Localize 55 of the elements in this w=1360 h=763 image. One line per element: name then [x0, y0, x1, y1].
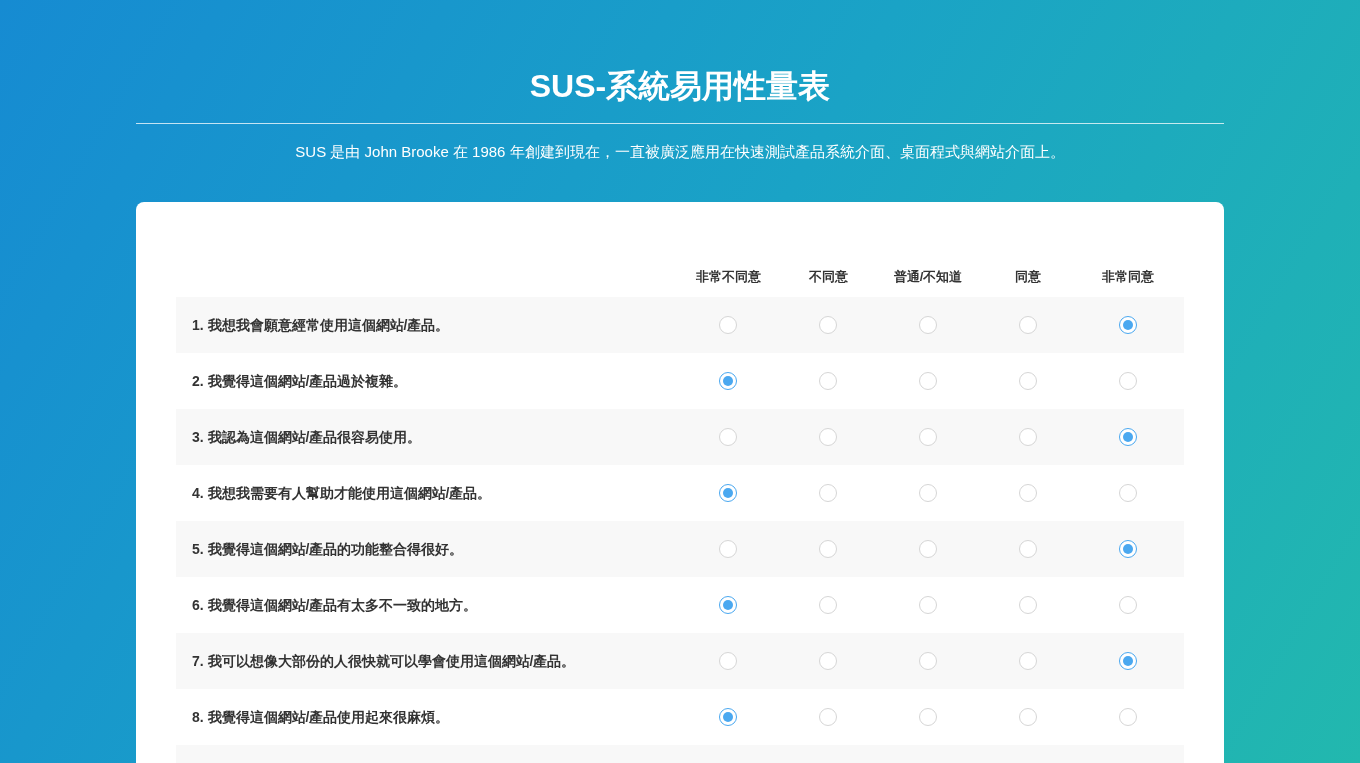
radio-button[interactable]: [819, 708, 837, 726]
radio-button[interactable]: [1019, 652, 1037, 670]
radio-button[interactable]: [1019, 540, 1037, 558]
radio-button[interactable]: [1019, 372, 1037, 390]
question-text: 3. 我認為這個網站/產品很容易使用。: [192, 428, 422, 445]
question-text: 1. 我想我會願意經常使用這個網站/產品。: [192, 316, 450, 333]
column-header: 非常同意: [1101, 268, 1155, 286]
page-title: SUS-系統易用性量表: [529, 67, 831, 106]
question-text: 4. 我想我需要有人幫助才能使用這個網站/產品。: [192, 484, 492, 501]
column-header: 不同意: [807, 268, 849, 286]
column-header: 同意: [1014, 268, 1042, 286]
radio-button[interactable]: [819, 484, 837, 502]
radio-button[interactable]: [819, 596, 837, 614]
radio-button[interactable]: [919, 652, 937, 670]
radio-button[interactable]: [719, 596, 737, 614]
radio-button[interactable]: [1119, 596, 1137, 614]
radio-button[interactable]: [819, 316, 837, 334]
radio-button[interactable]: [1119, 484, 1137, 502]
radio-button[interactable]: [719, 372, 737, 390]
radio-button[interactable]: [919, 540, 937, 558]
radio-button[interactable]: [719, 428, 737, 446]
question-text: 8. 我覺得這個網站/產品使用起來很麻煩。: [192, 708, 450, 725]
radio-button[interactable]: [1019, 708, 1037, 726]
radio-button[interactable]: [819, 428, 837, 446]
radio-button[interactable]: [719, 652, 737, 670]
radio-button[interactable]: [1119, 372, 1137, 390]
radio-button[interactable]: [1119, 708, 1137, 726]
radio-button[interactable]: [919, 316, 937, 334]
radio-button[interactable]: [1019, 484, 1037, 502]
radio-button[interactable]: [1119, 540, 1137, 558]
radio-button[interactable]: [819, 372, 837, 390]
radio-button[interactable]: [719, 484, 737, 502]
radio-button[interactable]: [1119, 428, 1137, 446]
radio-button[interactable]: [1119, 652, 1137, 670]
radio-button[interactable]: [819, 652, 837, 670]
radio-button[interactable]: [719, 540, 737, 558]
radio-button[interactable]: [919, 596, 937, 614]
page-subtitle: SUS 是由 John Brooke 在 1986 年創建到現在，一直被廣泛應用在快速測試產品系統介面、桌面程式與網站介面上。: [295, 142, 1065, 162]
radio-button[interactable]: [919, 484, 937, 502]
radio-button[interactable]: [819, 540, 837, 558]
question-text: 6. 我覺得這個網站/產品有太多不一致的地方。: [192, 596, 478, 613]
radio-button[interactable]: [919, 372, 937, 390]
radio-button[interactable]: [1019, 316, 1037, 334]
question-text: 5. 我覺得這個網站/產品的功能整合得很好。: [192, 540, 464, 557]
radio-button[interactable]: [719, 316, 737, 334]
radio-button[interactable]: [919, 708, 937, 726]
radio-button[interactable]: [1119, 316, 1137, 334]
radio-button[interactable]: [1019, 596, 1037, 614]
question-text: 7. 我可以想像大部份的人很快就可以學會使用這個網站/產品。: [192, 652, 576, 669]
radio-button[interactable]: [1019, 428, 1037, 446]
radio-button[interactable]: [919, 428, 937, 446]
radio-button[interactable]: [719, 708, 737, 726]
column-header: 非常不同意: [694, 268, 762, 286]
column-header: 普通/不知道: [892, 268, 964, 286]
question-text: 2. 我覺得這個網站/產品過於複雜。: [192, 372, 408, 389]
